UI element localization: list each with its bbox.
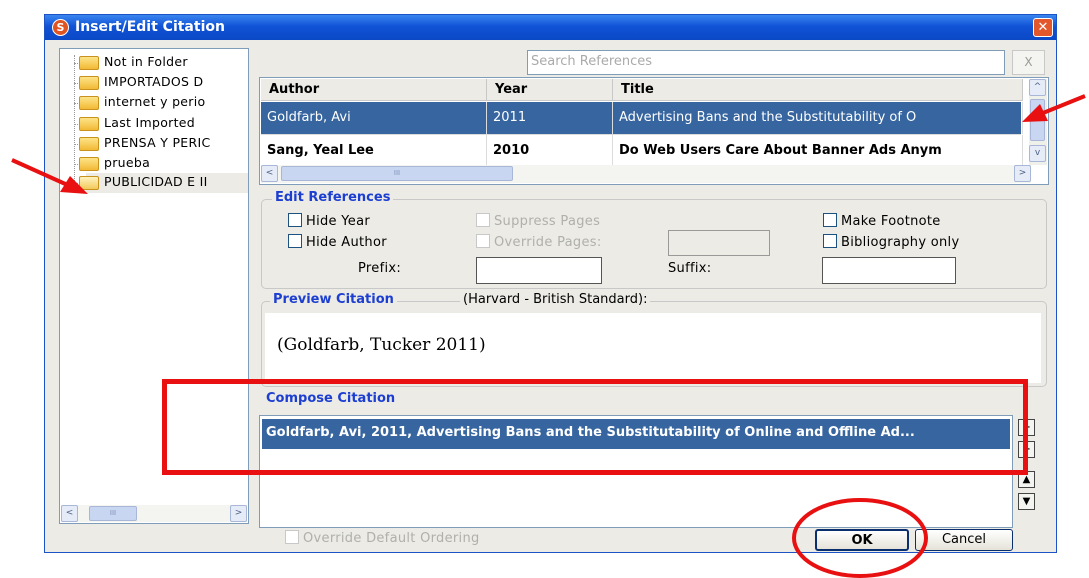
cell-author: Sang, Yeal Lee: [261, 135, 487, 167]
references-table[interactable]: Author Year Title Goldfarb, Avi 2011 Adv…: [259, 77, 1049, 185]
search-clear-button[interactable]: X: [1012, 50, 1045, 75]
folder-item-publicidad[interactable]: PUBLICIDAD E II: [79, 173, 248, 193]
table-row[interactable]: Goldfarb, Avi 2011 Advertising Bans and …: [261, 102, 1023, 134]
make-footnote-checkbox[interactable]: Make Footnote: [823, 213, 941, 229]
override-default-ordering-checkbox[interactable]: Override Default Ordering: [285, 530, 480, 546]
move-up-button[interactable]: ▲: [1018, 471, 1035, 488]
folder-tree[interactable]: Not in Folder IMPORTADOS D internet y pe…: [59, 48, 249, 524]
table-vertical-scrollbar[interactable]: ^ v: [1029, 79, 1047, 165]
override-pages-label: Override Pages:: [494, 235, 602, 250]
suffix-field[interactable]: [822, 257, 956, 284]
citation-style-label: (Harvard - British Standard):: [460, 292, 651, 307]
scroll-right-button[interactable]: >: [230, 505, 247, 522]
override-pages-field[interactable]: [668, 230, 770, 256]
scroll-thumb[interactable]: III: [281, 166, 513, 181]
scroll-down-button[interactable]: v: [1029, 145, 1046, 162]
preview-citation-box: (Goldfarb, Tucker 2011): [265, 313, 1041, 383]
cell-year: 2011: [487, 102, 613, 134]
move-down-button[interactable]: ▼: [1018, 493, 1035, 510]
add-citation-button[interactable]: +: [1018, 419, 1035, 436]
cell-title: Do Web Users Care About Banner Ads Anym: [613, 135, 1023, 167]
folder-label: internet y perio: [104, 94, 206, 109]
compose-citation-item[interactable]: Goldfarb, Avi, 2011, Advertising Bans an…: [262, 419, 1010, 449]
folder-icon: [79, 76, 99, 90]
search-input[interactable]: Search References: [527, 50, 1005, 75]
hide-author-label: Hide Author: [306, 235, 387, 250]
folder-label: PRENSA Y PERIC: [104, 135, 211, 150]
folder-label: PUBLICIDAD E II: [104, 174, 208, 189]
title-bar[interactable]: S Insert/Edit Citation ✕: [45, 15, 1056, 40]
folder-icon: [79, 137, 99, 151]
column-header-year[interactable]: Year: [487, 79, 613, 101]
table-row[interactable]: Sang, Yeal Lee 2010 Do Web Users Care Ab…: [261, 134, 1023, 167]
compose-citation-list[interactable]: Goldfarb, Avi, 2011, Advertising Bans an…: [259, 415, 1013, 528]
scroll-right-button[interactable]: >: [1014, 165, 1031, 182]
folder-label: IMPORTADOS D: [104, 74, 204, 89]
ok-button[interactable]: OK: [815, 529, 909, 551]
insert-edit-citation-dialog: S Insert/Edit Citation ✕ Not in Folder I…: [44, 14, 1057, 553]
preview-citation-legend: Preview Citation: [270, 292, 397, 307]
hide-author-checkbox[interactable]: Hide Author: [288, 234, 387, 250]
suffix-label: Suffix:: [668, 261, 712, 276]
compose-citation-legend: Compose Citation: [263, 391, 399, 406]
scroll-left-button[interactable]: <: [261, 165, 278, 182]
remove-citation-button[interactable]: −: [1018, 441, 1035, 458]
scroll-thumb[interactable]: III: [89, 506, 137, 521]
scroll-left-button[interactable]: <: [61, 505, 78, 522]
folder-icon: [79, 56, 99, 70]
folder-label: Not in Folder: [104, 54, 188, 69]
prefix-field[interactable]: [476, 257, 602, 284]
cell-year: 2010: [487, 135, 613, 167]
column-header-author[interactable]: Author: [261, 79, 487, 101]
override-default-ordering-label: Override Default Ordering: [303, 531, 480, 546]
folder-icon: [79, 157, 99, 171]
suppress-pages-label: Suppress Pages: [494, 214, 601, 229]
bibliography-only-label: Bibliography only: [841, 235, 960, 250]
make-footnote-label: Make Footnote: [841, 214, 941, 229]
cancel-button[interactable]: Cancel: [915, 529, 1013, 551]
app-logo-icon: S: [52, 19, 69, 36]
cell-author: Goldfarb, Avi: [261, 102, 487, 134]
table-horizontal-scrollbar[interactable]: < III >: [261, 165, 1031, 183]
prefix-label: Prefix:: [358, 261, 402, 276]
cell-title: Advertising Bans and the Substitutabilit…: [613, 102, 1023, 134]
folder-label: prueba: [104, 155, 151, 170]
folder-icon: [79, 117, 99, 131]
suppress-pages-checkbox[interactable]: Suppress Pages: [476, 213, 600, 229]
tree-horizontal-scrollbar[interactable]: < III >: [61, 505, 247, 522]
edit-references-group: Edit References Hide Year Hide Author Su…: [261, 190, 1047, 289]
hide-year-label: Hide Year: [306, 214, 370, 229]
folder-label: Last Imported: [104, 115, 196, 130]
edit-references-legend: Edit References: [272, 190, 394, 205]
folder-icon: [79, 96, 99, 110]
window-title: Insert/Edit Citation: [75, 19, 225, 35]
open-folder-icon: [79, 176, 99, 190]
scroll-thumb[interactable]: [1030, 99, 1045, 141]
hide-year-checkbox[interactable]: Hide Year: [288, 213, 370, 229]
scroll-up-button[interactable]: ^: [1029, 79, 1046, 96]
close-button[interactable]: ✕: [1033, 18, 1053, 37]
bibliography-only-checkbox[interactable]: Bibliography only: [823, 234, 959, 250]
column-header-title[interactable]: Title: [613, 79, 1023, 101]
override-pages-checkbox[interactable]: Override Pages:: [476, 234, 602, 250]
preview-citation-text: (Goldfarb, Tucker 2011): [277, 335, 486, 355]
